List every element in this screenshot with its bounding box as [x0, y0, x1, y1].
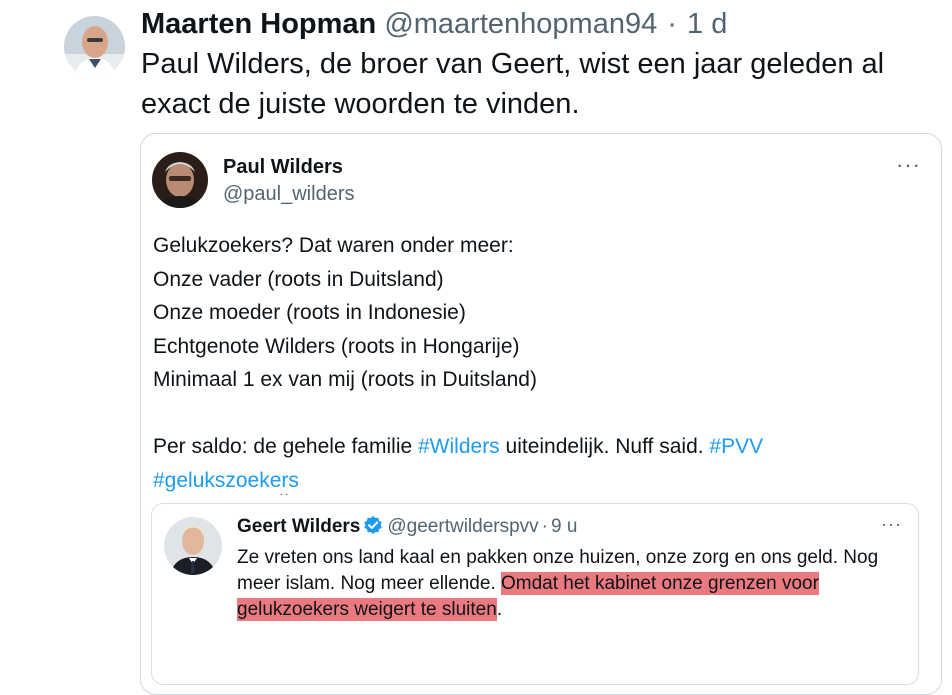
tweet-text: Paul Wilders, de broer van Geert, wist e…	[141, 44, 951, 124]
quoted-author-handle[interactable]: @paul_wilders	[223, 182, 354, 206]
quoted-text-line: Per saldo: de gehele familie #Wilders ui…	[153, 430, 923, 464]
more-options-icon: ···	[881, 514, 902, 534]
embedded-author-name: Geert Wilders	[237, 516, 361, 537]
embedded-tweet-screenshot[interactable]: Geert Wilders @geertwilderspvv · 9 u ··· Ze…	[151, 503, 919, 685]
quoted-text-line: Echtgenote Wilders (roots in Hongarije)	[153, 334, 520, 358]
author-avatar[interactable]	[64, 16, 125, 77]
more-options-icon[interactable]: ···	[896, 154, 921, 176]
author-name[interactable]: Maarten Hopman	[141, 8, 376, 40]
quoted-tweet-card[interactable]: Paul Wilders @paul_wilders ··· Gelukzoek…	[140, 133, 942, 695]
verified-badge-icon	[363, 515, 383, 543]
embedded-text: .	[496, 599, 503, 620]
embedded-text-line: Ze vreten ons land kaal en pakken onze h…	[237, 547, 879, 568]
embedded-tweet-header: Geert Wilders @geertwilderspvv · 9 u	[237, 514, 577, 543]
closing-text: uiteindelijk. Nuff said.	[499, 435, 710, 458]
quoted-text-line: Gelukzoekers? Dat waren onder meer:	[153, 234, 514, 257]
highlighted-text: Omdat het kabinet onze grenzen voor	[501, 572, 819, 595]
tweet-timestamp[interactable]: 1 d	[687, 8, 727, 40]
embedded-author-avatar	[164, 517, 222, 575]
cropped-text-remnant	[153, 487, 453, 495]
quoted-text-line: Onze vader (roots in Duitsland)	[153, 267, 444, 291]
embedded-text-line: gelukzoekers weigert te sluiten.	[237, 597, 917, 623]
tweet-text-line: Paul Wilders, de broer van Geert, wist e…	[141, 48, 885, 80]
highlighted-text: gelukzoekers weigert te sluiten	[237, 598, 497, 621]
embedded-tweet-text: Ze vreten ons land kaal en pakken onze h…	[237, 545, 917, 623]
closing-text: Per saldo: de gehele familie	[153, 435, 418, 458]
embedded-text-line: meer islam. Nog meer ellende. Omdat het …	[237, 571, 917, 597]
hashtag-pvv[interactable]: #PVV	[709, 435, 763, 458]
embedded-author-handle: @geertwilderspvv	[387, 516, 539, 537]
quoted-author-name[interactable]: Paul Wilders	[223, 155, 343, 179]
separator-dot: ·	[541, 516, 548, 537]
separator-dot: ·	[667, 8, 677, 40]
embedded-text: meer islam. Nog meer ellende.	[237, 573, 501, 594]
tweet-header: Maarten Hopman @maartenhopman94 · 1 d	[141, 6, 727, 42]
hashtag-wilders[interactable]: #Wilders	[418, 435, 500, 458]
quoted-author-avatar[interactable]	[152, 152, 208, 208]
tweet-text-line: exact de juiste woorden te vinden.	[141, 88, 580, 120]
quoted-text-line: Onze moeder (roots in Indonesie)	[153, 301, 466, 324]
quoted-tweet-text: Gelukzoekers? Dat waren onder meer: Onze…	[153, 229, 923, 497]
embedded-timestamp: 9 u	[551, 516, 578, 537]
author-handle[interactable]: @maartenhopman94	[384, 8, 657, 40]
quoted-text-line: Minimaal 1 ex van mij (roots in Duitslan…	[153, 368, 537, 391]
